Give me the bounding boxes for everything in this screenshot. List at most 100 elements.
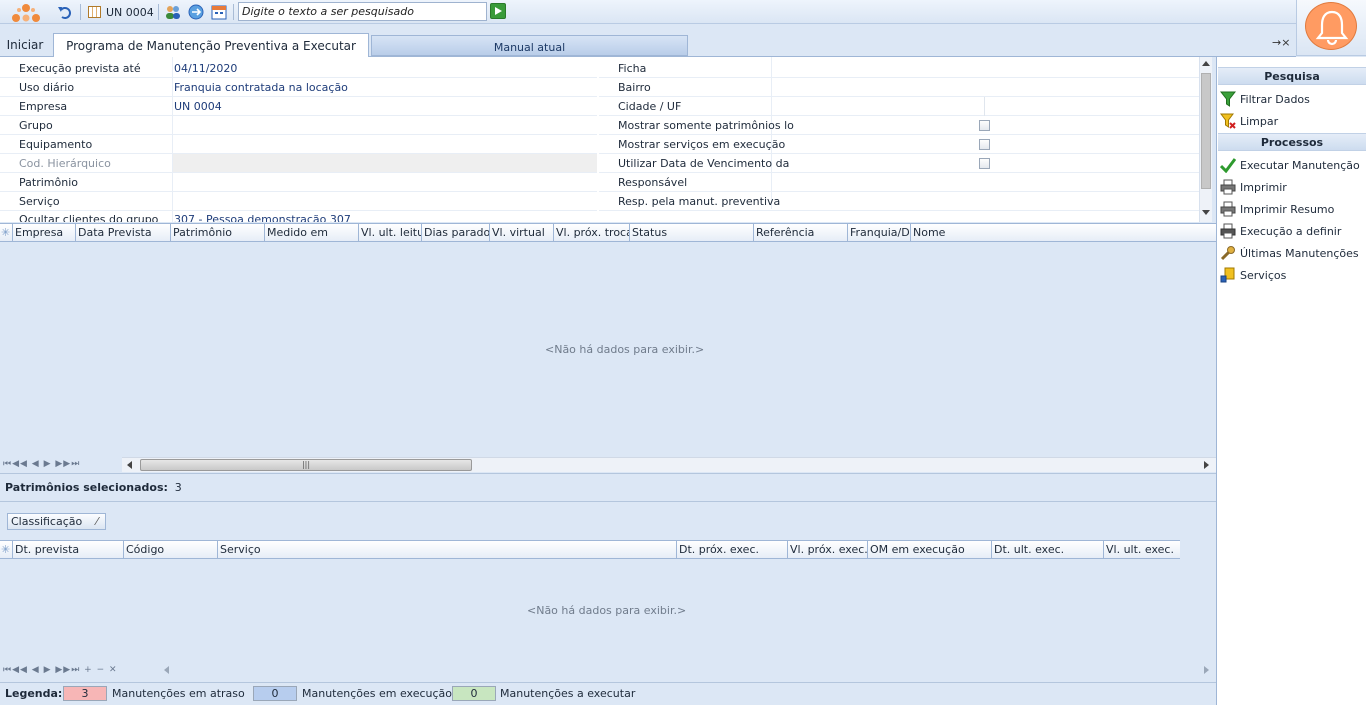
tab-programa-manutencao[interactable]: Programa de Manutenção Preventiva a Exec… <box>53 33 369 57</box>
form-row[interactable]: Uso diário Franquia contratada na locação <box>0 78 597 97</box>
legend-title: Legenda: <box>5 687 63 700</box>
col-header[interactable]: Data Prevista <box>76 224 171 241</box>
chevron-left-icon[interactable] <box>127 461 132 469</box>
chevron-left-icon[interactable] <box>164 666 169 674</box>
print-summary-button[interactable]: Imprimir Resumo <box>1220 199 1334 219</box>
chevron-right-icon[interactable] <box>1204 461 1209 469</box>
execution-to-define-button[interactable]: Execução a definir <box>1220 221 1341 241</box>
chevron-down-icon[interactable] <box>1202 210 1210 215</box>
form-row[interactable]: Mostrar somente patrimônios lo <box>599 116 1199 135</box>
users-icon[interactable] <box>164 3 182 21</box>
col-header[interactable]: Nome <box>911 224 1215 241</box>
services-button[interactable]: Serviços <box>1220 265 1286 285</box>
search-go-button[interactable] <box>490 3 506 19</box>
use-due-date-checkbox[interactable] <box>979 158 990 169</box>
col-header[interactable]: Empresa <box>13 224 76 241</box>
col-header[interactable]: Vl. próx. troca <box>554 224 630 241</box>
form-row[interactable]: Resp. pela manut. preventiva <box>599 192 1199 211</box>
printer-icon <box>1220 201 1236 217</box>
summary-label: Patrimônios selecionados: <box>5 481 168 494</box>
col-header[interactable]: Vl. ult. exec. <box>1104 541 1180 558</box>
field-label: Mostrar somente patrimônios lo <box>618 118 794 132</box>
form-row[interactable]: Responsável <box>599 173 1199 192</box>
empty-message: <Não há dados para exibir.> <box>527 604 687 617</box>
form-row[interactable]: Execução prevista até 04/11/2020 <box>0 59 597 78</box>
search-input[interactable]: Digite o texto a ser pesquisado <box>238 2 487 21</box>
form-row[interactable]: Mostrar serviços em execução <box>599 135 1199 154</box>
field-label: Serviço <box>19 194 60 208</box>
scroll-thumb[interactable]: ||| <box>140 459 472 471</box>
grid-navigator[interactable]: ⏮◀◀ ◀ ▶ ▶▶⏭ <box>3 459 80 469</box>
col-header[interactable]: Dt. prevista <box>13 541 124 558</box>
print-button[interactable]: Imprimir <box>1220 177 1287 197</box>
horizontal-scrollbar[interactable] <box>160 663 1216 678</box>
field-label: Utilizar Data de Vencimento da <box>618 156 790 170</box>
notification-bell-button[interactable] <box>1305 2 1357 50</box>
chevron-up-icon[interactable] <box>1202 61 1210 66</box>
col-header[interactable]: Medido em <box>265 224 359 241</box>
form-row[interactable]: Empresa UN 0004 <box>0 97 597 116</box>
col-header[interactable]: Status <box>630 224 754 241</box>
col-header[interactable]: Dias parados <box>422 224 490 241</box>
legend-to-execute-count: 0 <box>452 686 496 701</box>
form-row-disabled: Cod. Hierárquico <box>0 154 597 173</box>
field-label: Grupo <box>19 118 53 132</box>
col-header[interactable]: Serviço <box>218 541 677 558</box>
unit-selector[interactable]: UN 0004 <box>88 3 154 21</box>
horizontal-scrollbar[interactable]: ||| <box>122 457 1216 472</box>
col-header[interactable]: Dt. ult. exec. <box>992 541 1104 558</box>
form-row[interactable]: Ocultar clientes do grupo 307 - Pessoa de… <box>0 211 597 222</box>
show-local-assets-checkbox[interactable] <box>979 120 990 131</box>
sort-icon: ⁄ <box>96 515 98 528</box>
form-row[interactable]: Cidade / UF <box>599 97 1199 116</box>
filter-data-button[interactable]: Filtrar Dados <box>1219 89 1310 109</box>
form-row[interactable]: Utilizar Data de Vencimento da <box>599 154 1199 173</box>
form-row[interactable]: Serviço <box>0 192 597 211</box>
classification-group-button[interactable]: Classificação ⁄ <box>7 513 106 530</box>
execute-maintenance-button[interactable]: Executar Manutenção <box>1219 155 1360 175</box>
grid-navigator[interactable]: ⏮◀◀ ◀ ▶ ▶▶⏭ + − ✕ <box>3 665 118 675</box>
show-services-executing-checkbox[interactable] <box>979 139 990 150</box>
form-row[interactable]: Grupo <box>0 116 597 135</box>
clear-button[interactable]: Limpar <box>1220 111 1278 131</box>
field-label: Ficha <box>618 61 647 75</box>
scroll-thumb[interactable] <box>1201 73 1211 189</box>
col-header[interactable]: Vl. virtual <box>490 224 554 241</box>
form-scrollbar[interactable] <box>1199 57 1212 222</box>
col-header[interactable]: Patrimônio <box>171 224 265 241</box>
field-label: Mostrar serviços em execução <box>618 137 786 151</box>
tab-manual-atual[interactable]: Manual atual <box>371 35 688 56</box>
col-header[interactable]: OM em execução <box>868 541 992 558</box>
empty-message: <Não há dados para exibir.> <box>545 343 705 356</box>
field-label: Resp. pela manut. preventiva <box>618 194 781 208</box>
field-value: 307 - Pessoa demonstração 307 <box>174 213 351 222</box>
col-header[interactable]: Dt. próx. exec. <box>677 541 788 558</box>
undo-icon[interactable] <box>56 3 74 21</box>
panel-search-title: Pesquisa <box>1218 67 1366 85</box>
last-maintenances-button[interactable]: Últimas Manutenções <box>1220 243 1359 263</box>
col-header[interactable]: Código <box>124 541 218 558</box>
summary-value: 3 <box>174 481 182 494</box>
field-label: Bairro <box>618 80 651 94</box>
grid-settings-icon[interactable]: ✳ <box>0 224 13 241</box>
tab-close-tools[interactable]: →× <box>1272 36 1290 49</box>
form-row[interactable]: Patrimônio <box>0 173 597 192</box>
last-maintenances-label: Últimas Manutenções <box>1240 246 1359 260</box>
home-button[interactable]: Iniciar <box>0 26 50 56</box>
legend-executing-label: Manutenções em execução <box>302 687 453 700</box>
execute-maintenance-label: Executar Manutenção <box>1240 158 1360 172</box>
refresh-icon[interactable] <box>187 3 205 21</box>
calendar-icon[interactable] <box>210 3 228 21</box>
form-row[interactable]: Equipamento <box>0 135 597 154</box>
form-row[interactable]: Bairro <box>599 78 1199 97</box>
grid-settings-icon[interactable]: ✳ <box>0 541 13 558</box>
legend-overdue-count: 3 <box>63 686 107 701</box>
chevron-right-icon[interactable] <box>1204 666 1209 674</box>
col-header[interactable]: Vl. próx. exec. <box>788 541 868 558</box>
col-header[interactable]: Franquia/Dia <box>848 224 911 241</box>
col-header[interactable]: Vl. ult. leitura <box>359 224 422 241</box>
col-header[interactable]: Referência <box>754 224 848 241</box>
grid-icon <box>88 6 101 18</box>
form-row[interactable]: Ficha <box>599 59 1199 78</box>
assets-grid-header: ✳ Empresa Data Prevista Patrimônio Medid… <box>0 223 1216 242</box>
